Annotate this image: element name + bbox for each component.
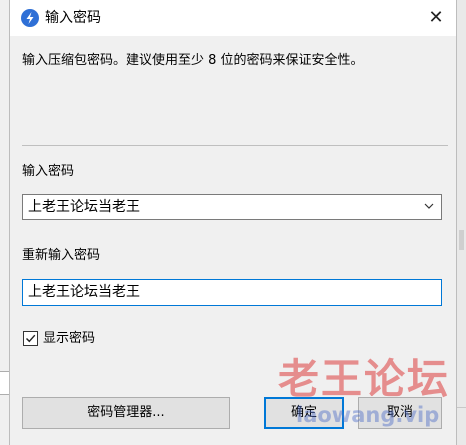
dialog-title: 输入密码	[45, 10, 101, 26]
ok-button[interactable]: 确定	[264, 397, 344, 429]
close-button[interactable]: ✕	[422, 4, 450, 32]
close-icon: ✕	[428, 7, 444, 28]
show-password-label[interactable]: 显示密码	[43, 330, 95, 348]
password-combobox[interactable]: 上老王论坛当老王	[22, 194, 442, 220]
cancel-button[interactable]: 取消	[358, 397, 442, 429]
title-bar: 输入密码 ✕	[10, 0, 456, 36]
show-password-checkbox[interactable]	[23, 331, 38, 346]
password-manager-button[interactable]: 密码管理器...	[22, 397, 230, 429]
scrollbar-thumb	[459, 230, 464, 250]
divider	[456, 407, 466, 408]
app-icon	[21, 9, 39, 27]
reenter-password-input[interactable]: 上老王论坛当老王	[22, 279, 442, 306]
reenter-password-value: 上老王论坛当老王	[28, 284, 140, 300]
password-value: 上老王论坛当老王	[28, 199, 140, 215]
divider	[22, 145, 448, 146]
instruction-text: 输入压缩包密码。建议使用至少 8 位的密码来保证安全性。	[22, 53, 364, 68]
password-dialog: 输入密码 ✕ 输入压缩包密码。建议使用至少 8 位的密码来保证安全性。 输入密码…	[9, 0, 457, 445]
reenter-password-label: 重新输入密码	[22, 248, 101, 263]
password-label: 输入密码	[22, 164, 75, 179]
chevron-down-icon[interactable]	[423, 198, 435, 214]
